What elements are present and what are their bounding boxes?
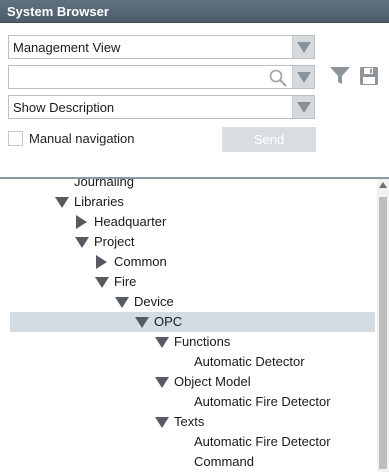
tree-node[interactable]: Project — [0, 232, 377, 252]
tree-node-label: Texts — [174, 414, 205, 429]
tree-node-label: Headquarter — [94, 214, 167, 229]
expanded-triangle-icon[interactable] — [95, 277, 109, 288]
collapsed-triangle-icon[interactable] — [96, 255, 107, 269]
tree-node-label: Fire — [114, 274, 137, 289]
manual-navigation-label[interactable]: Manual navigation — [29, 131, 135, 146]
tree-node[interactable]: Headquarter — [0, 212, 377, 232]
tree-node-label: Device — [134, 294, 174, 309]
tree-node[interactable]: Automatic Fire Detector — [0, 392, 377, 412]
search-combo[interactable] — [8, 65, 315, 89]
system-tree[interactable]: Journaling Libraries Headquarter Project Com… — [0, 179, 377, 472]
search-dropdown-button[interactable] — [292, 66, 314, 88]
tree-node-label: Automatic Detector — [194, 354, 305, 369]
description-select[interactable]: Show Description — [8, 95, 315, 119]
search-icon[interactable] — [268, 68, 288, 88]
expanded-triangle-icon[interactable] — [135, 317, 149, 328]
expanded-triangle-icon[interactable] — [155, 337, 169, 348]
save-icon[interactable] — [359, 66, 379, 86]
tree-node[interactable]: Journaling — [0, 179, 377, 192]
expanded-triangle-icon[interactable] — [115, 297, 129, 308]
tree-node[interactable]: Object Model — [0, 372, 377, 392]
expanded-triangle-icon[interactable] — [155, 417, 169, 428]
tree-node[interactable]: Fire — [0, 272, 377, 292]
scroll-up-arrow-icon[interactable] — [379, 182, 387, 188]
search-input[interactable] — [11, 68, 261, 86]
manual-navigation-checkbox[interactable] — [8, 131, 23, 146]
tree-node-label: Journaling — [74, 179, 134, 189]
window-title: System Browser — [0, 0, 389, 23]
tree-node[interactable]: Libraries — [0, 192, 377, 212]
tree-node-label: Automatic Fire Detector — [194, 434, 331, 449]
tree-scrollbar[interactable] — [377, 179, 389, 472]
expanded-triangle-icon[interactable] — [55, 197, 69, 208]
collapsed-triangle-icon[interactable] — [76, 215, 87, 229]
tree-node[interactable]: Texts — [0, 412, 377, 432]
send-button[interactable]: Send — [222, 127, 316, 152]
filter-icon[interactable] — [329, 66, 351, 86]
tree-node-label: Object Model — [174, 374, 251, 389]
tree-node[interactable]: Automatic Fire Detector — [0, 432, 377, 452]
tree-node[interactable]: Common — [0, 252, 377, 272]
tree-node[interactable]: Automatic Detector — [0, 352, 377, 372]
tree-node-label: Functions — [174, 334, 231, 349]
tree-node-label: OPC — [154, 314, 183, 329]
view-select[interactable]: Management View — [8, 35, 315, 59]
tree-node-label: Project — [94, 234, 135, 249]
tree-node-label: Automatic Fire Detector — [194, 394, 331, 409]
tree-node[interactable]: OPC — [0, 312, 377, 332]
tree-node-label: Common — [114, 254, 167, 269]
tree-node[interactable]: Functions — [0, 332, 377, 352]
tree-node[interactable]: Device — [0, 292, 377, 312]
tree-node[interactable]: Command — [0, 452, 377, 472]
view-select-dropdown-button[interactable] — [292, 36, 314, 58]
scroll-thumb[interactable] — [379, 197, 387, 469]
expanded-triangle-icon[interactable] — [75, 237, 89, 248]
expanded-triangle-icon[interactable] — [155, 377, 169, 388]
description-select-value: Show Description — [13, 100, 115, 115]
view-select-value: Management View — [13, 40, 121, 55]
tree-node-label: Command — [194, 454, 254, 469]
description-select-dropdown-button[interactable] — [292, 96, 314, 118]
tree-node-label: Libraries — [74, 194, 124, 209]
